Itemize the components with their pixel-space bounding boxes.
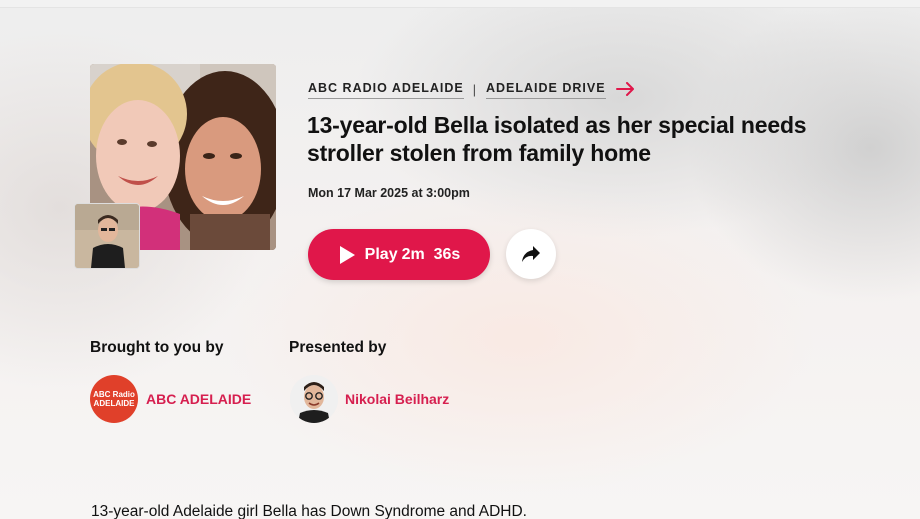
episode-date: Mon 17 Mar 2025 at 3:00pm — [308, 186, 470, 200]
play-icon — [338, 245, 356, 265]
presenter-avatar-icon — [290, 375, 338, 423]
station-logo-line1: ABC Radio — [93, 390, 135, 399]
presenter-credit[interactable]: Nikolai Beilharz — [290, 374, 449, 424]
play-label: Play — [364, 245, 398, 263]
breadcrumb: ABC RADIO ADELAIDE | ADELAIDE DRIVE — [308, 80, 636, 100]
station-logo-line2: ADELAIDE — [93, 399, 135, 408]
play-button[interactable]: Play 2m 36s — [308, 229, 490, 280]
station-credit[interactable]: ABC Radio ADELAIDE ABC ADELAIDE — [90, 374, 251, 424]
station-link[interactable]: ABC ADELAIDE — [146, 391, 251, 407]
breadcrumb-separator: | — [472, 83, 477, 97]
play-duration: 2m 36s — [401, 245, 461, 263]
brought-by-label: Brought to you by — [90, 339, 224, 356]
station-logo: ABC Radio ADELAIDE — [90, 375, 138, 423]
episode-description: 13-year-old Adelaide girl Bella has Down… — [91, 503, 527, 519]
presenter-photo-icon — [75, 204, 139, 268]
breadcrumb-station-link[interactable]: ABC RADIO ADELAIDE — [308, 81, 464, 99]
presenter-thumbnail — [74, 203, 140, 269]
share-icon — [521, 245, 541, 263]
avatar — [290, 375, 338, 423]
top-bar — [0, 0, 920, 8]
breadcrumb-show-link[interactable]: ADELAIDE DRIVE — [485, 81, 606, 99]
arrow-right-icon[interactable] — [615, 81, 636, 99]
presenter-link[interactable]: Nikolai Beilharz — [345, 391, 449, 407]
episode-title: 13-year-old Bella isolated as her specia… — [307, 112, 807, 166]
presented-by-label: Presented by — [289, 339, 387, 356]
share-button[interactable] — [506, 229, 556, 279]
